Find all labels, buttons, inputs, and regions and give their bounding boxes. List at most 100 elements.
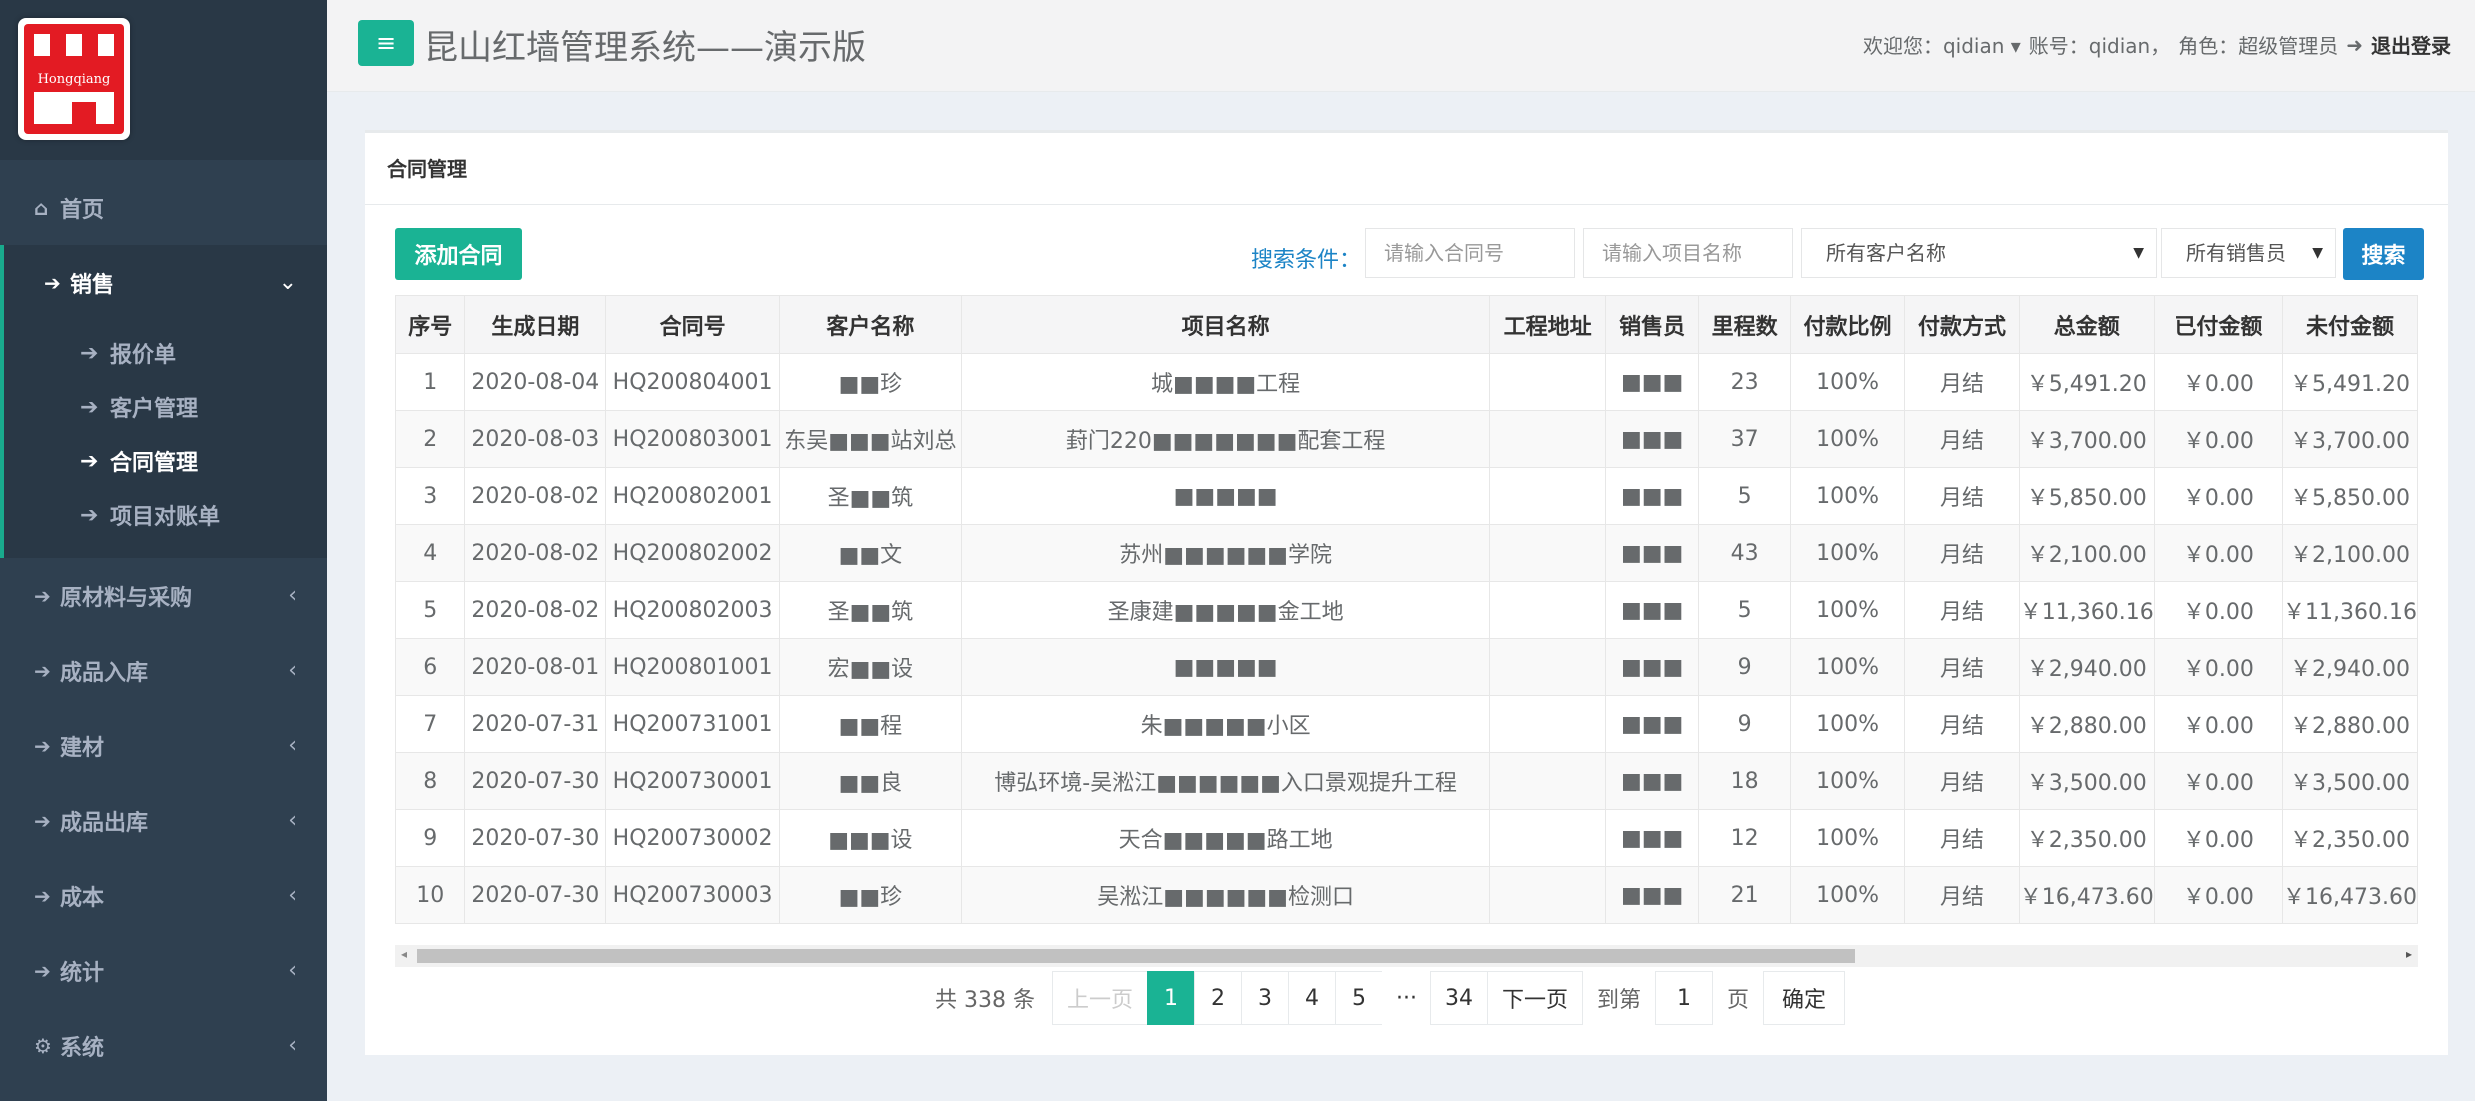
table-row[interactable]: 10 2020-07-30 HQ200730003 ■■珍 吴淞江■■■■■■检测口 ■■… [395,866,2418,924]
goto-page-input[interactable]: 1 [1655,971,1714,1025]
page-button[interactable]: 1 [1147,971,1195,1025]
page-button[interactable]: 4 [1288,971,1336,1025]
sidebar-item-statistics[interactable]: ➔ 统计 ‹ [0,933,327,1008]
sidebar-item-stock-in[interactable]: ➔ 成品入库 ‹ [0,633,327,708]
page-button[interactable]: 5 [1335,971,1383,1025]
sidebar-item-cost[interactable]: ➔ 成本 ‹ [0,858,327,933]
table-cell [1489,752,1606,810]
prev-page-button[interactable]: 上一页 [1051,971,1148,1025]
table-row[interactable]: 5 2020-08-02 HQ200802003 圣■■筑 圣康建■■■■■金工地 ■■■… [395,581,2418,639]
sidebar-item-label: 成本 [60,885,105,911]
sidebar-item-label: 建材 [60,735,105,761]
column-header[interactable]: 序号 [395,295,466,354]
table-cell: 6 [395,638,466,696]
column-header[interactable]: 合同号 [605,295,780,354]
company-logo[interactable]: Hongqiang [18,18,130,140]
page-button[interactable]: 2 [1194,971,1242,1025]
chevron-left-icon: ‹ [288,808,297,833]
table-cell: 100% [1789,467,1906,525]
table-cell: ￥3,500.00 [2018,752,2155,810]
sidebar-item-home[interactable]: ⌂ 首页 [0,170,327,245]
goto-confirm-button[interactable]: 确定 [1763,971,1846,1025]
column-header[interactable]: 工程地址 [1489,295,1606,354]
scroll-right-icon[interactable]: ▸ [2406,947,2412,961]
table-cell: ￥3,700.00 [2281,410,2418,468]
table-row[interactable]: 4 2020-08-02 HQ200802002 ■■文 苏州■■■■■■学院 ■■■ 43… [395,524,2418,582]
column-header[interactable]: 总金额 [2018,295,2155,354]
sidebar-item-label: 原材料与采购 [60,585,193,611]
column-header[interactable]: 未付金额 [2281,295,2418,354]
table-row[interactable]: 3 2020-08-02 HQ200802001 圣■■筑 ■■■■■ ■■■ 5 100% 月… [395,467,2418,525]
column-header[interactable]: 销售员 [1604,295,1700,354]
table-cell: 月结 [1904,866,2020,924]
scrollbar-thumb[interactable] [417,949,1855,963]
table-cell: 2020-07-30 [464,809,607,867]
column-header[interactable]: 里程数 [1698,295,1791,354]
sidebar-item-system[interactable]: ⚙ 系统 ‹ [0,1008,327,1083]
table-cell: ￥0.00 [2153,866,2283,924]
table-row[interactable]: 6 2020-08-01 HQ200801001 宏■■设 ■■■■■ ■■■ 9 100% 月… [395,638,2418,696]
page-button[interactable]: 34 [1429,971,1488,1025]
project-name-input[interactable]: 请输入项目名称 [1583,228,1793,278]
column-header[interactable]: 付款方式 [1904,295,2020,354]
customer-select[interactable]: 所有客户名称 ▼ [1801,228,2157,278]
page-button[interactable]: 3 [1241,971,1289,1025]
sidebar-subitem-customers[interactable]: ➔ 客户管理 [4,380,327,434]
sidebar-subitem-contracts[interactable]: ➔ 合同管理 [4,434,327,488]
table-cell: 城■■■■工程 [960,353,1491,411]
table-row[interactable]: 1 2020-08-04 HQ200804001 ■■珍 城■■■■工程 ■■■ 23 100… [395,353,2418,411]
table-cell: 2020-07-31 [464,695,607,753]
sidebar-item-sales[interactable]: ➔ 销售 ⌄ [0,245,327,320]
table-row[interactable]: 8 2020-07-30 HQ200730001 ■■良 博弘环境-吴淞江■■■■■■入… [395,752,2418,810]
table-cell: 博弘环境-吴淞江■■■■■■入口景观提升工程 [960,752,1491,810]
table-row[interactable]: 7 2020-07-31 HQ200731001 ■■程 朱■■■■■小区 ■■■ 9 100… [395,695,2418,753]
sidebar-subitem-quote[interactable]: ➔ 报价单 [4,326,327,380]
arrow-right-icon: ➔ [80,394,99,420]
account-text: 账号：qidian， [2028,34,2171,58]
table-row[interactable]: 2 2020-08-03 HQ200803001 东吴■■■站刘总 葑门220■■■■■… [395,410,2418,468]
sidebar-item-stock-out[interactable]: ➔ 成品出库 ‹ [0,783,327,858]
table-cell: 2020-08-03 [464,410,607,468]
column-header[interactable]: 已付金额 [2153,295,2283,354]
search-button[interactable]: 搜索 [2343,228,2424,280]
column-header[interactable]: 付款比例 [1789,295,1906,354]
table-cell: ■■■ [1604,809,1700,867]
table-cell: 100% [1789,695,1906,753]
table-row[interactable]: 9 2020-07-30 HQ200730002 ■■■设 天合■■■■■路工地 ■■■ 1… [395,809,2418,867]
column-header[interactable]: 生成日期 [464,295,607,354]
table-cell: ￥11,360.16 [2281,581,2418,639]
table-cell: 8 [395,752,466,810]
chevron-left-icon: ‹ [288,583,297,608]
column-header[interactable]: 项目名称 [960,295,1491,354]
sidebar-item-materials[interactable]: ➔ 原材料与采购 ‹ [0,558,327,633]
seller-select[interactable]: 所有销售员 ▼ [2161,228,2336,278]
column-header[interactable]: 客户名称 [778,295,962,354]
welcome-user-dropdown[interactable]: 欢迎您：qidian ▾ [1863,30,2021,59]
table-cell: 100% [1789,581,1906,639]
table-cell: ■■■设 [778,809,962,867]
sidebar-item-building-materials[interactable]: ➔ 建材 ‹ [0,708,327,783]
add-contract-button[interactable]: 添加合同 [395,228,522,280]
table-cell: ■■程 [778,695,962,753]
caret-down-icon: ▼ [2133,245,2144,261]
table-cell: 23 [1698,353,1791,411]
sidebar-subitem-statements[interactable]: ➔ 项目对账单 [4,488,327,542]
contract-number-input[interactable]: 请输入合同号 [1365,228,1575,278]
scroll-left-icon[interactable]: ◂ [401,947,407,961]
table-cell: 2020-08-02 [464,581,607,639]
logout-link[interactable]: 退出登录 [2371,30,2451,59]
role-text: 角色：超级管理员 [2178,34,2339,58]
next-page-button[interactable]: 下一页 [1486,971,1583,1025]
menu-toggle-button[interactable]: ≡ [358,20,414,66]
pagination: 共 338 条 上一页 1 2 3 4 5 ··· 34 下一页 到第 1 页 … [935,971,1846,1025]
table-cell: 2 [395,410,466,468]
customer-select-value: 所有客户名称 [1826,241,1946,265]
table-cell: HQ200802002 [605,524,780,582]
table-cell: HQ200804001 [605,353,780,411]
horizontal-scrollbar[interactable]: ◂ ▸ [395,945,2418,967]
table-cell: ■■良 [778,752,962,810]
home-icon: ⌂ [34,195,49,220]
table-cell: 月结 [1904,695,2020,753]
arrow-right-icon: ➔ [44,270,61,295]
table-cell: 圣■■筑 [778,581,962,639]
